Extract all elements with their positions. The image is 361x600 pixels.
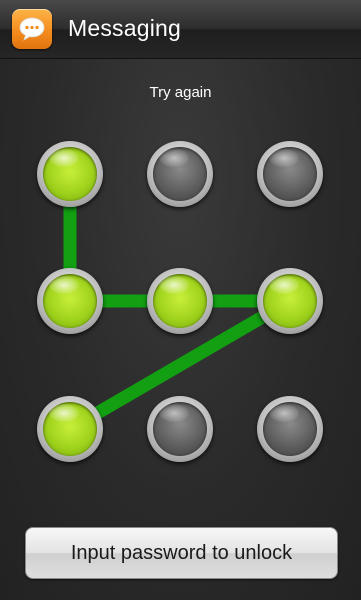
pattern-dot-5[interactable] [147,268,213,334]
pattern-dot-1[interactable] [37,141,103,207]
pattern-dot-6[interactable] [257,268,323,334]
pattern-dot-4[interactable] [37,268,103,334]
pattern-lock-grid[interactable] [0,0,361,520]
lock-screen: Messaging Try again Input password to un… [0,0,361,600]
pattern-dot-3[interactable] [257,141,323,207]
pattern-dot-9[interactable] [257,396,323,462]
pattern-dot-2[interactable] [147,141,213,207]
pattern-dot-7[interactable] [37,396,103,462]
unlock-with-password-button[interactable]: Input password to unlock [25,527,338,579]
pattern-dot-8[interactable] [147,396,213,462]
